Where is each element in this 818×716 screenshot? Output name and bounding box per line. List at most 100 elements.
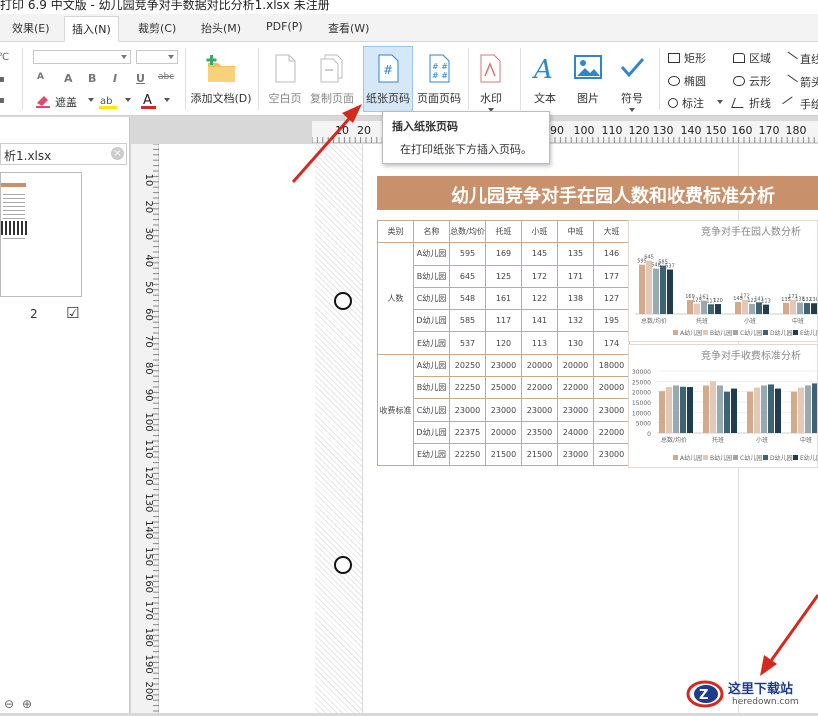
svg-text:A: A	[532, 55, 553, 84]
shrink-font-icon[interactable]: A	[64, 72, 73, 85]
table-row: D幼儿园 22375 20000 23500 24000 22000	[378, 420, 630, 444]
table-cell: A幼儿园	[413, 242, 450, 266]
table-cell: E幼儿园	[413, 442, 450, 467]
table-cell: 585	[449, 309, 486, 333]
file-tab[interactable]: 析1.xlsx ×	[0, 143, 127, 165]
freehand-label: 手绘	[800, 98, 818, 111]
tab-pdf[interactable]: PDF(P)	[266, 20, 303, 33]
y-tick-label: 20000	[632, 390, 651, 397]
line-shape-button[interactable]: 直线	[782, 50, 818, 67]
symbol-button[interactable]: 符号	[607, 50, 657, 112]
watermark-button[interactable]: 水印	[466, 50, 516, 112]
table-header-cell: 托班	[485, 219, 522, 244]
font-color-icon[interactable]: A	[140, 92, 158, 110]
chart-bar	[735, 301, 741, 314]
grow-font-icon[interactable]: A	[37, 72, 44, 82]
legend-swatch	[763, 455, 768, 460]
underline-icon[interactable]: U	[136, 72, 145, 85]
left-group-icon-3[interactable]: ▪	[0, 95, 5, 106]
table-cell: 20000	[593, 376, 630, 400]
highlight-icon[interactable]: ab	[98, 94, 120, 110]
y-tick-label: 0	[647, 431, 651, 438]
tab-effects[interactable]: 效果(E)	[12, 20, 50, 36]
table-cell: 20250	[449, 353, 486, 378]
bold-icon[interactable]: B	[88, 72, 96, 85]
ruler-tick-label: 160	[143, 574, 154, 593]
polyline-icon	[731, 98, 747, 108]
ellipse-label: 椭圆	[684, 75, 706, 88]
site-url: heredown.com	[732, 697, 799, 707]
tab-view[interactable]: 查看(W)	[328, 20, 369, 36]
legend-label: B幼儿园	[710, 329, 732, 337]
ruler-tick-label: 180	[786, 124, 807, 137]
chevron-down-icon[interactable]	[629, 108, 635, 115]
zoom-out-icon[interactable]: ⊖	[4, 697, 14, 711]
ruler-tick-label: 70	[143, 335, 154, 348]
close-icon[interactable]: ×	[111, 147, 124, 160]
svg-text:#: #	[383, 63, 393, 77]
rect-shape-button[interactable]: 矩形	[668, 50, 706, 66]
y-tick-label: 30000	[632, 369, 651, 376]
eraser-icon[interactable]	[34, 94, 54, 108]
table-cell: B幼儿园	[413, 376, 450, 400]
region-shape-button[interactable]: 区域	[733, 50, 771, 66]
separator	[22, 48, 23, 110]
page-thumbnail[interactable]	[0, 172, 82, 297]
table-cell: 23000	[557, 442, 594, 467]
font-size-combo[interactable]	[136, 50, 178, 64]
chart-title: 竞争对手收费标准分析	[701, 349, 801, 362]
svg-text:Z: Z	[699, 688, 708, 703]
legend-swatch	[793, 330, 798, 335]
freehand-shape-button[interactable]: 手绘	[782, 95, 818, 112]
left-group-icon[interactable]: ℃	[0, 52, 9, 63]
table-cell: 23000	[521, 398, 558, 422]
window-title: 打印 6.9 中文版 - 幼儿园竞争对手数据对比分析1.xlsx 未注册	[0, 0, 330, 12]
table-cell: 18000	[593, 353, 630, 378]
zoom-in-icon[interactable]: ⊕	[22, 697, 32, 711]
copy-page-button[interactable]: 复制页面	[307, 50, 357, 106]
table-cell: 20000	[557, 353, 594, 378]
page-number-button[interactable]: # # # # 页面页码	[414, 50, 464, 106]
file-name: 析1.xlsx	[4, 149, 52, 163]
cloud-shape-button[interactable]: 云形	[733, 73, 771, 89]
cover-label[interactable]: 遮盖	[55, 94, 77, 110]
chart-bar	[763, 304, 769, 314]
table-cell: 113	[521, 331, 558, 355]
legend-swatch	[673, 330, 678, 335]
strikethrough-icon[interactable]: abc	[158, 72, 174, 82]
table-cell: 145	[521, 242, 558, 266]
annotation-shape-button[interactable]: 标注	[668, 95, 704, 111]
chart-bar	[694, 303, 700, 314]
line-icon	[782, 51, 798, 67]
ellipse-shape-button[interactable]: 椭圆	[668, 73, 706, 89]
page-checkbox[interactable]: ☑	[66, 304, 79, 322]
chart-bar	[666, 387, 672, 433]
chevron-down-icon[interactable]	[88, 98, 94, 105]
tab-crop[interactable]: 裁剪(C)	[138, 20, 176, 36]
annotation-label: 标注	[682, 97, 704, 110]
bar-value-label: 130	[809, 297, 818, 303]
polyline-shape-button[interactable]: 折线	[731, 95, 771, 111]
add-document-button[interactable]: 添加文档(D)	[190, 50, 252, 106]
ruler-tick-label: 60	[143, 308, 154, 321]
legend-label: C幼儿园	[740, 329, 762, 337]
chevron-down-icon[interactable]	[717, 100, 723, 107]
arrow-shape-button[interactable]: 箭头	[782, 73, 818, 90]
bar-value-label: 645	[644, 255, 654, 261]
tab-insert[interactable]: 插入(N)	[64, 16, 119, 42]
italic-icon[interactable]: I	[113, 72, 117, 85]
page-number-grid-icon: # ## #	[429, 54, 450, 83]
ruler-tick-label: 20	[143, 201, 154, 214]
page-number: 2	[30, 307, 38, 321]
ruler-tick-label: 80	[143, 362, 154, 375]
table-header-cell: 名称	[413, 219, 450, 244]
table-cell: C幼儿园	[413, 398, 450, 422]
category-label: 小班	[756, 436, 768, 444]
chevron-down-icon[interactable]	[164, 98, 170, 105]
left-group-icon-2[interactable]: ▪	[0, 74, 5, 85]
table-cell: 141	[521, 309, 558, 333]
polyline-label: 折线	[749, 97, 771, 110]
tab-header[interactable]: 抬头(M)	[201, 20, 241, 36]
chevron-down-icon[interactable]	[125, 98, 131, 105]
font-name-combo[interactable]	[33, 50, 131, 64]
